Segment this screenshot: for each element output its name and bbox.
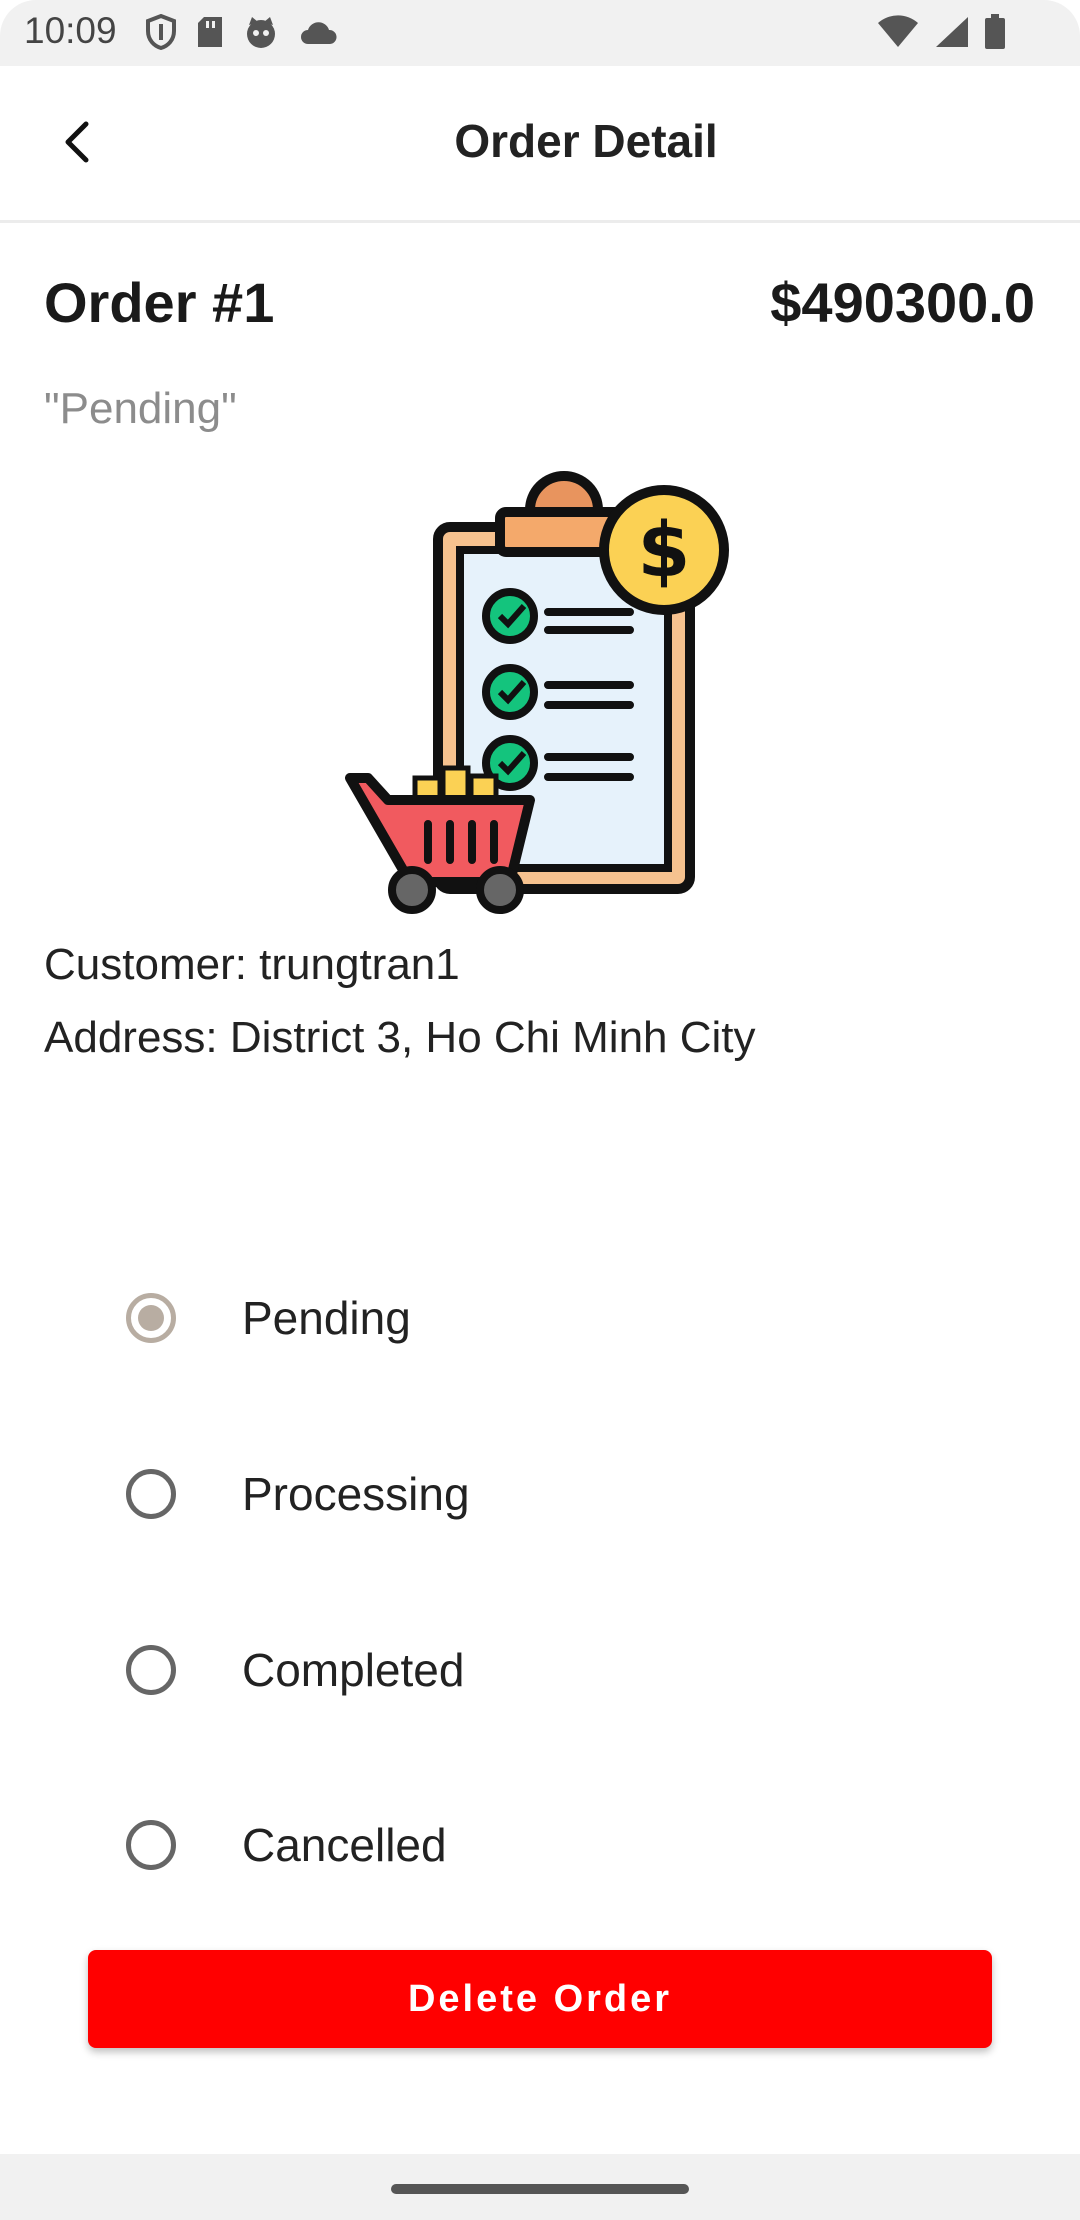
delete-order-button[interactable]: Delete Order (88, 1950, 992, 2048)
radio-option-cancelled[interactable]: Cancelled (126, 1800, 926, 1890)
home-gesture-handle[interactable] (391, 2184, 689, 2194)
radio-option-pending[interactable]: Pending (126, 1273, 926, 1363)
page-title: Order Detail (454, 115, 718, 167)
dollar-coin-icon: $ (599, 485, 729, 615)
status-bar: 10:09 (0, 0, 1080, 66)
radio-button[interactable] (126, 1469, 176, 1519)
status-time: 10:09 (24, 10, 117, 51)
radio-button[interactable] (126, 1645, 176, 1695)
order-status-text: "Pending" (44, 384, 237, 433)
navigation-bar (0, 2154, 1080, 2220)
radio-button[interactable] (126, 1820, 176, 1870)
radio-option-processing[interactable]: Processing (126, 1449, 926, 1539)
sd-card-icon (198, 17, 222, 47)
cloud-icon (301, 22, 337, 44)
shield-icon (146, 14, 176, 50)
app-bar: Order Detail (0, 66, 1080, 223)
order-number: Order #1 (44, 271, 275, 334)
order-illustration: $ (345, 471, 729, 914)
svg-text:$: $ (638, 505, 691, 594)
cat-icon (247, 17, 275, 48)
radio-label: Cancelled (242, 1819, 447, 1871)
notification-icons (146, 14, 338, 50)
signal-icon (936, 17, 968, 47)
radio-button-checked[interactable] (126, 1293, 176, 1343)
battery-icon (985, 14, 1005, 49)
customer-name: Customer: trungtran1 (44, 940, 460, 989)
radio-label: Completed (242, 1644, 465, 1696)
order-total: $490300.0 (770, 271, 1035, 334)
radio-option-completed[interactable]: Completed (126, 1625, 926, 1715)
system-indicators (876, 14, 1006, 50)
radio-label: Pending (242, 1292, 411, 1344)
customer-address: Address: District 3, Ho Chi Minh City (44, 1013, 756, 1062)
radio-label: Processing (242, 1468, 470, 1520)
wifi-icon (878, 15, 918, 47)
